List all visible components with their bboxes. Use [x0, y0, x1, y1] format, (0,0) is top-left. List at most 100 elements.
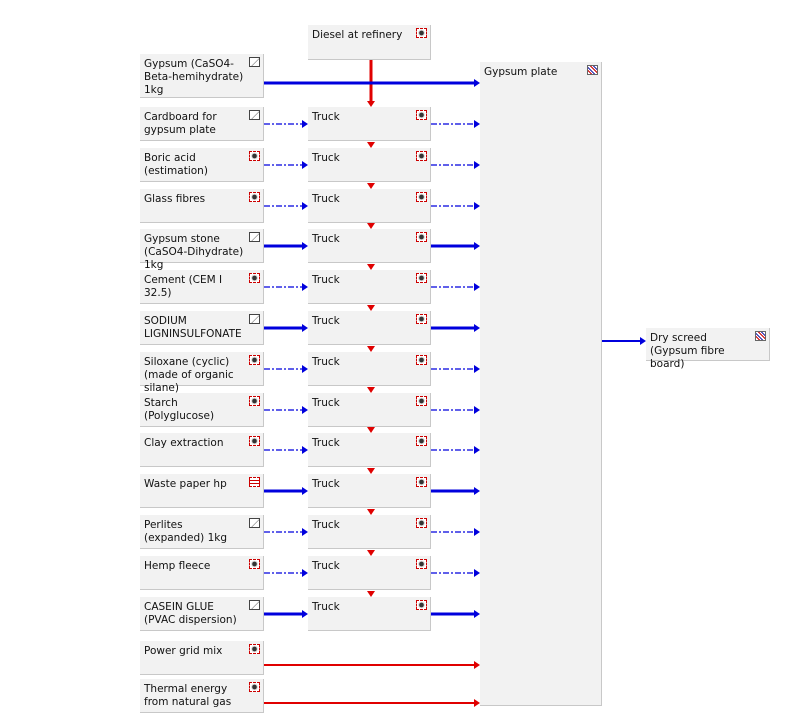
energy-process-0[interactable]: Power grid mix [140, 641, 264, 675]
input-process-1[interactable]: Boric acid (estimation) [140, 148, 264, 182]
input-flow-2 [264, 202, 308, 210]
truck-process-6-label: Truck [312, 356, 340, 368]
input-process-0-label: Cardboard for gypsum plate [144, 111, 217, 136]
doc-icon [249, 232, 260, 242]
input-process-3[interactable]: Gypsum stone (CaSO4-Dihydrate) 1kg [140, 229, 264, 271]
input-flow-4 [264, 283, 308, 291]
input-process-0[interactable]: Cardboard for gypsum plate [140, 107, 264, 141]
dry-screed-process-label: Dry screed (Gypsum fibre board) [650, 332, 725, 370]
truck-process-12-label: Truck [312, 601, 340, 613]
input-process-7[interactable]: Starch (Polyglucose) [140, 393, 264, 427]
input-process-8[interactable]: Clay extraction [140, 433, 264, 467]
doc-icon [249, 600, 260, 610]
input-process-6[interactable]: Siloxane (cyclic) (made of organic silan… [140, 352, 264, 394]
truck-process-7[interactable]: Truck [308, 393, 431, 427]
truck-flow-6 [431, 365, 480, 373]
gear-icon [249, 559, 260, 569]
truck-process-2[interactable]: Truck [308, 189, 431, 223]
input-process-10-label: Perlites (expanded) 1kg [144, 519, 227, 544]
input-flow-6 [264, 365, 308, 373]
truck-process-8[interactable]: Truck [308, 433, 431, 467]
truck-process-6[interactable]: Truck [308, 352, 431, 386]
truck-process-1[interactable]: Truck [308, 148, 431, 182]
truck-flow-12 [431, 610, 480, 618]
truck-process-3[interactable]: Truck [308, 229, 431, 263]
waste-icon [249, 477, 260, 487]
truck-flow-2 [431, 202, 480, 210]
gear-icon [249, 644, 260, 654]
energy-flow-1 [264, 699, 480, 707]
input-process-8-label: Clay extraction [144, 437, 224, 449]
input-flow-8 [264, 446, 308, 454]
input-process-4[interactable]: Cement (CEM I 32.5) [140, 270, 264, 304]
gear-icon [249, 355, 260, 365]
truck-process-10[interactable]: Truck [308, 515, 431, 549]
truck-process-0[interactable]: Truck [308, 107, 431, 141]
gear-icon [416, 28, 427, 38]
gear-icon [416, 518, 427, 528]
truck-process-4[interactable]: Truck [308, 270, 431, 304]
input-process-9-label: Waste paper hp [144, 478, 227, 490]
output-flow [602, 337, 646, 345]
input-process-12[interactable]: CASEIN GLUE (PVAC dispersion) [140, 597, 264, 631]
gear-icon [416, 232, 427, 242]
truck-flow-10 [431, 528, 480, 536]
truck-process-9[interactable]: Truck [308, 474, 431, 508]
input-process-2[interactable]: Glass fibres [140, 189, 264, 223]
input-process-3-label: Gypsum stone (CaSO4-Dihydrate) 1kg [144, 233, 244, 271]
input-flow-9 [264, 487, 308, 495]
truck-process-0-label: Truck [312, 111, 340, 123]
input-flow-3 [264, 242, 308, 250]
input-flow-0 [264, 120, 308, 128]
input-flow-11 [264, 569, 308, 577]
input-process-1-label: Boric acid (estimation) [144, 152, 208, 177]
input-flow-5 [264, 324, 308, 332]
gear-icon [249, 151, 260, 161]
input-process-4-label: Cement (CEM I 32.5) [144, 274, 223, 299]
truck-process-12[interactable]: Truck [308, 597, 431, 631]
truck-process-1-label: Truck [312, 152, 340, 164]
gypsum-plate-process[interactable]: Gypsum plate [480, 62, 602, 706]
plan-icon [587, 65, 598, 75]
gear-icon [416, 314, 427, 324]
input-process-12-label: CASEIN GLUE (PVAC dispersion) [144, 601, 237, 626]
input-process-6-label: Siloxane (cyclic) (made of organic silan… [144, 356, 234, 394]
input-process-5[interactable]: SODIUM LIGNINSULFONATE [140, 311, 264, 345]
plan-icon [755, 331, 766, 341]
input-process-2-label: Glass fibres [144, 193, 206, 205]
gear-icon [416, 110, 427, 120]
gear-icon [249, 436, 260, 446]
gear-icon [249, 396, 260, 406]
input-flow-10 [264, 528, 308, 536]
truck-process-11[interactable]: Truck [308, 556, 431, 590]
energy-process-0-label: Power grid mix [144, 645, 223, 657]
gear-icon [416, 273, 427, 283]
diesel-process[interactable]: Diesel at refinery [308, 25, 431, 60]
energy-process-1[interactable]: Thermal energy from natural gas [140, 679, 264, 713]
diesel-process-label: Diesel at refinery [312, 29, 403, 41]
gypsum-process[interactable]: Gypsum (CaSO4-Beta-hemihydrate) 1kg [140, 54, 264, 98]
input-process-9[interactable]: Waste paper hp [140, 474, 264, 508]
input-process-10[interactable]: Perlites (expanded) 1kg [140, 515, 264, 549]
gear-icon [249, 273, 260, 283]
dry-screed-process[interactable]: Dry screed (Gypsum fibre board) [646, 328, 770, 370]
input-process-7-label: Starch (Polyglucose) [144, 397, 215, 422]
gear-icon [416, 559, 427, 569]
gear-icon [416, 600, 427, 610]
truck-process-5[interactable]: Truck [308, 311, 431, 345]
input-flow-12 [264, 610, 308, 618]
truck-process-2-label: Truck [312, 193, 340, 205]
gear-icon [416, 355, 427, 365]
gear-icon [416, 477, 427, 487]
energy-process-1-label: Thermal energy from natural gas [144, 683, 232, 708]
truck-process-7-label: Truck [312, 397, 340, 409]
truck-process-4-label: Truck [312, 274, 340, 286]
input-process-11[interactable]: Hemp fleece [140, 556, 264, 590]
truck-flow-4 [431, 283, 480, 291]
gypsum-process-label: Gypsum (CaSO4-Beta-hemihydrate) 1kg [144, 58, 244, 96]
gear-icon [416, 192, 427, 202]
truck-flow-1 [431, 161, 480, 169]
gear-icon [249, 682, 260, 692]
input-flow-7 [264, 406, 308, 414]
truck-process-3-label: Truck [312, 233, 340, 245]
